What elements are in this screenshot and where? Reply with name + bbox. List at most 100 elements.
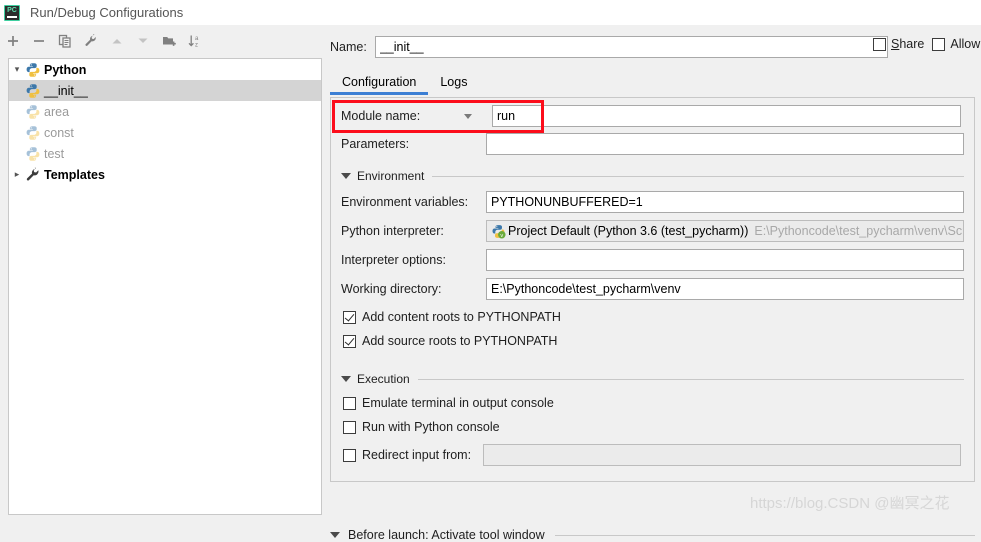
- configurations-tree[interactable]: ▾ Python __init__ area const test ▸ Temp…: [8, 58, 322, 515]
- add-source-roots-row[interactable]: Add source roots to PYTHONPATH: [343, 334, 557, 348]
- working-directory-row: Working directory: E:\Pythoncode\test_py…: [341, 277, 964, 301]
- share-label: Share: [891, 37, 924, 51]
- tab-configuration[interactable]: Configuration: [330, 73, 429, 95]
- interpreter-options-label: Interpreter options:: [341, 253, 446, 267]
- tree-item-test[interactable]: test: [9, 143, 321, 164]
- section-divider: [417, 378, 964, 380]
- tree-item-label: Templates: [44, 167, 105, 182]
- tree-item-label: __init__: [44, 83, 88, 98]
- parameters-input[interactable]: [486, 133, 964, 155]
- tree-item-python[interactable]: ▾ Python: [9, 59, 321, 80]
- run-debug-configurations-dialog: PC Run/Debug Configurations a z ▾ Python…: [0, 0, 981, 542]
- copy-icon: [58, 34, 71, 48]
- run-with-python-console-checkbox[interactable]: [343, 420, 356, 434]
- run-with-python-console-label: Run with Python console: [362, 420, 500, 434]
- svg-text:z: z: [195, 43, 198, 49]
- run-with-python-console-row[interactable]: Run with Python console: [343, 420, 500, 434]
- add-content-roots-row[interactable]: Add content roots to PYTHONPATH: [343, 310, 561, 324]
- emulate-terminal-row[interactable]: Emulate terminal in output console: [343, 396, 554, 410]
- module-name-input[interactable]: run: [492, 105, 961, 127]
- interpreter-options-row: Interpreter options:: [341, 248, 964, 272]
- collapse-triangle-icon[interactable]: [341, 376, 351, 382]
- environment-section-label: Environment: [357, 169, 425, 183]
- before-launch-label: Before launch: Activate tool window: [348, 528, 545, 542]
- arrow-down-icon: [138, 38, 148, 43]
- redirect-input-checkbox[interactable]: [343, 448, 356, 462]
- move-up-button[interactable]: [104, 28, 130, 54]
- section-divider: [432, 175, 964, 177]
- execution-section-header[interactable]: Execution: [341, 372, 964, 386]
- configuration-editor-panel: Name: Share Allow Configuration Logs Mod…: [322, 25, 981, 542]
- collapse-triangle-icon[interactable]: [330, 532, 340, 538]
- plus-icon: [8, 36, 18, 46]
- configuration-form: Module name: run Parameters: Environment…: [330, 97, 975, 482]
- move-into-folder-button[interactable]: [156, 28, 182, 54]
- tree-item-label: const: [44, 125, 74, 140]
- configurations-toolbar: a z: [0, 25, 322, 57]
- redirect-input-field[interactable]: [483, 444, 962, 466]
- python-icon: [26, 146, 40, 161]
- watermark: https://blog.CSDN @幽冥之花: [750, 495, 950, 512]
- add-configuration-button[interactable]: [0, 28, 26, 54]
- pycharm-logo-bar: [7, 15, 17, 18]
- copy-configuration-button[interactable]: [52, 28, 78, 54]
- move-down-button[interactable]: [130, 28, 156, 54]
- remove-configuration-button[interactable]: [26, 28, 52, 54]
- environment-variables-row: Environment variables: PYTHONUNBUFFERED=…: [341, 190, 964, 214]
- emulate-terminal-label: Emulate terminal in output console: [362, 396, 554, 410]
- window-title: Run/Debug Configurations: [30, 5, 184, 20]
- allow-parallel-checkbox-row[interactable]: Allow: [932, 37, 980, 51]
- python-interpreter-combo[interactable]: v Project Default (Python 3.6 (test_pych…: [486, 220, 964, 242]
- minus-icon: [34, 40, 44, 42]
- name-input[interactable]: [374, 36, 888, 58]
- collapse-triangle-icon[interactable]: [341, 173, 351, 179]
- python-icon: [26, 125, 40, 140]
- folder-add-icon: [162, 37, 176, 46]
- python-interpreter-value: Project Default (Python 3.6 (test_pychar…: [508, 224, 749, 238]
- tab-logs[interactable]: Logs: [428, 73, 479, 95]
- redirect-input-label: Redirect input from:: [362, 448, 472, 462]
- pycharm-logo-text: PC: [7, 6, 17, 14]
- environment-variables-label: Environment variables:: [341, 195, 469, 209]
- sort-az-icon: a z: [188, 35, 199, 49]
- chevron-right-icon[interactable]: ▸: [9, 169, 25, 180]
- execution-section-label: Execution: [357, 372, 410, 386]
- python-interpreter-icon: v: [492, 224, 506, 239]
- parameters-row: Parameters:: [341, 132, 964, 156]
- interpreter-options-input[interactable]: [486, 249, 964, 271]
- chevron-down-icon[interactable]: [464, 113, 472, 119]
- before-launch-section[interactable]: Before launch: Activate tool window: [330, 528, 975, 542]
- allow-parallel-label: Allow: [950, 37, 981, 51]
- share-checkbox[interactable]: [873, 37, 886, 51]
- svg-text:v: v: [500, 233, 503, 239]
- tree-item-label: Python: [44, 62, 87, 77]
- environment-section-header[interactable]: Environment: [341, 169, 964, 183]
- share-checkbox-row[interactable]: Share: [873, 37, 924, 51]
- chevron-down-icon[interactable]: ▾: [9, 64, 25, 75]
- tree-item-const[interactable]: const: [9, 122, 321, 143]
- add-content-roots-label: Add content roots to PYTHONPATH: [362, 310, 561, 324]
- add-source-roots-checkbox[interactable]: [343, 334, 356, 348]
- tree-item-templates[interactable]: ▸ Templates: [9, 164, 321, 185]
- name-row: Name:: [330, 36, 888, 58]
- sort-configurations-button[interactable]: a z: [182, 28, 208, 54]
- python-icon: [26, 83, 40, 98]
- name-label: Name:: [330, 40, 367, 54]
- emulate-terminal-checkbox[interactable]: [343, 396, 356, 410]
- share-options: Share Allow: [873, 37, 980, 51]
- wrench-icon: [85, 34, 96, 46]
- environment-variables-input[interactable]: PYTHONUNBUFFERED=1: [486, 191, 964, 213]
- working-directory-input[interactable]: E:\Pythoncode\test_pycharm\venv: [486, 278, 964, 300]
- tree-item-area[interactable]: area: [9, 101, 321, 122]
- tree-item-init[interactable]: __init__: [9, 80, 321, 101]
- add-content-roots-checkbox[interactable]: [343, 310, 356, 324]
- allow-parallel-checkbox[interactable]: [932, 37, 946, 51]
- pycharm-logo-icon: PC: [4, 4, 20, 21]
- tree-item-label: test: [44, 146, 65, 161]
- redirect-input-row[interactable]: Redirect input from:: [343, 444, 962, 466]
- section-divider: [554, 534, 975, 536]
- edit-templates-button[interactable]: [78, 28, 104, 54]
- svg-text:a: a: [195, 36, 199, 42]
- python-interpreter-path: E:\Pythoncode\test_pycharm\venv\Scripts: [754, 224, 964, 238]
- arrow-up-icon: [112, 39, 122, 44]
